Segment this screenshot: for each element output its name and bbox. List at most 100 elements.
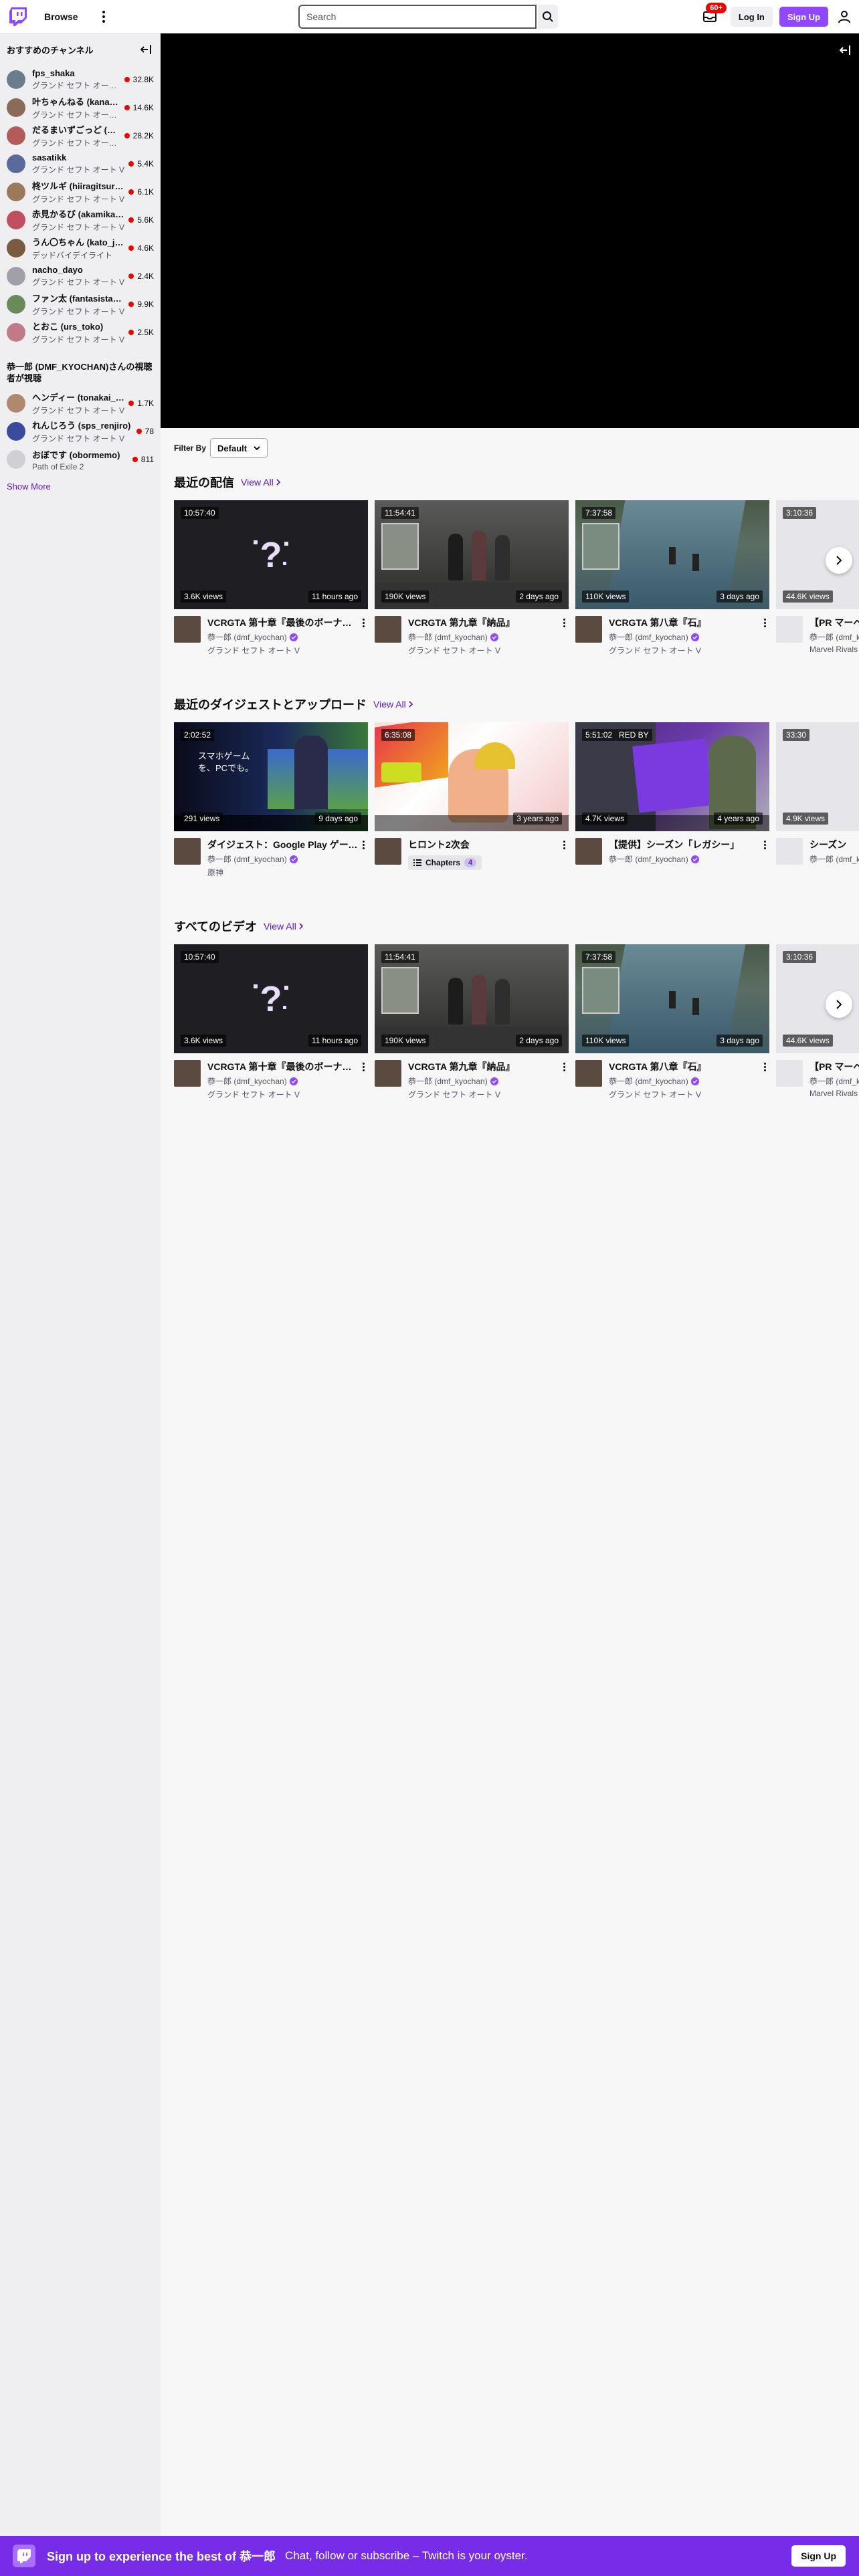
expand-sidebar-icon[interactable] <box>838 43 852 58</box>
chapters-button[interactable]: Chapters 4 <box>408 855 482 870</box>
sidebar-channel[interactable]: 叶ちゃんねる (kanaechannel) グランド セフト オート V 14.6K <box>0 94 161 122</box>
video-thumbnail[interactable]: スマホゲームを、PCでも。 2:02:52 291 views 9 days ago <box>174 722 368 831</box>
sidebar-channel[interactable]: ヘンディー (tonakai_hendy) グランド セフト オート V1.7K <box>0 389 161 417</box>
signup-button[interactable]: Sign Up <box>779 7 828 27</box>
notifications-button[interactable]: 60+ <box>700 3 727 27</box>
video-title[interactable]: 【PR マーベル・ライバルズ】 <box>809 1060 859 1073</box>
video-options-icon[interactable] <box>359 1060 368 1073</box>
video-thumbnail[interactable]: 7:37:58 110K views 3 days ago <box>575 500 769 609</box>
video-options-icon[interactable] <box>359 616 368 629</box>
view-all-link[interactable]: View All <box>373 699 413 710</box>
video-channel[interactable]: 恭一郎 (dmf_kyochan) <box>408 1075 559 1087</box>
search-button[interactable] <box>538 5 558 29</box>
video-channel[interactable]: 恭一郎 (dmf_kyochan) <box>207 853 359 865</box>
more-menu-icon[interactable] <box>97 7 110 27</box>
channel-avatar[interactable] <box>575 616 602 643</box>
sidebar-channel[interactable]: れんじろう (sps_renjiro) グランド セフト オート V 78 <box>0 417 161 445</box>
video-title[interactable]: VCRGTA 第八章『石』 <box>609 616 760 629</box>
collapse-sidebar-icon[interactable] <box>139 43 153 56</box>
video-card[interactable]: 3:10:36 44.6K views 【PR マーベル・ライバルズ】恭一郎 (dm… <box>776 944 859 1100</box>
video-card[interactable]: 6:35:08 3 years ago ヒロント2次会 Chapters 4 <box>375 722 569 878</box>
video-thumbnail[interactable]: ? 10:57:40 3.6K views 11 hours ago <box>174 944 368 1053</box>
video-thumbnail[interactable]: ? 10:57:40 3.6K views 11 hours ago <box>174 500 368 609</box>
show-more-link[interactable]: Show More <box>0 473 161 500</box>
video-title[interactable]: シーズン <box>809 838 859 851</box>
video-title[interactable]: ダイジェスト：Google Play ゲームズ <box>207 838 359 851</box>
shelf-next-button[interactable] <box>826 991 852 1018</box>
video-channel[interactable]: 恭一郎 (dmf_kyochan) <box>609 1075 760 1087</box>
video-game[interactable]: グランド セフト オート V <box>408 1089 559 1100</box>
sidebar-channel[interactable]: うん〇ちゃん (kato_junichi0817) デッドバイデイライト 4.6K <box>0 234 161 262</box>
video-thumbnail[interactable]: 7:37:58 110K views 3 days ago <box>575 944 769 1053</box>
channel-avatar[interactable] <box>375 1060 401 1087</box>
channel-avatar[interactable] <box>575 1060 602 1087</box>
video-title[interactable]: ヒロント2次会 <box>408 838 559 851</box>
video-game[interactable]: グランド セフト オート V <box>207 645 359 656</box>
sidebar-channel[interactable]: ファン太 (fantasista_jp) グランド セフト オート V 9.9K <box>0 290 161 318</box>
twitch-logo-icon[interactable] <box>7 5 29 28</box>
video-options-icon[interactable] <box>559 838 569 851</box>
sidebar-channel[interactable]: とおこ (urs_toko) グランド セフト オート V 2.5K <box>0 318 161 346</box>
sidebar-channel[interactable]: fps_shaka グランド セフト オート V 32.8K <box>0 66 161 94</box>
video-card[interactable]: スマホゲームを、PCでも。 2:02:52 291 views 9 days ago ダ… <box>174 722 368 878</box>
video-card[interactable]: 11:54:41 190K views 2 days ago VCRGTA 第九章『納… <box>375 944 569 1100</box>
video-title[interactable]: VCRGTA 第十章『最後のボーナス』 <box>207 1060 359 1073</box>
sidebar-channel[interactable]: おぼです (obormemo) Path of Exile 2 811 <box>0 445 161 473</box>
video-game[interactable]: グランド セフト オート V <box>609 1089 760 1100</box>
video-title[interactable]: VCRGTA 第十章『最後のボーナス』 <box>207 616 359 629</box>
video-options-icon[interactable] <box>760 838 769 851</box>
video-card[interactable]: RED BY 5:51:02 4.7K views 4 years ago 【提供】シー… <box>575 722 769 878</box>
video-card[interactable]: ? 10:57:40 3.6K views 11 hours ago VCRGTA 第十… <box>174 500 368 656</box>
shelf-next-button[interactable] <box>826 547 852 574</box>
video-channel[interactable]: 恭一郎 (dmf_kyochan) <box>609 853 760 865</box>
video-title[interactable]: VCRGTA 第九章『納品』 <box>408 1060 559 1073</box>
channel-avatar[interactable] <box>776 616 803 643</box>
channel-avatar[interactable] <box>575 838 602 865</box>
video-card[interactable]: 7:37:58 110K views 3 days ago VCRGTA 第八章『石』… <box>575 944 769 1100</box>
channel-avatar[interactable] <box>375 838 401 865</box>
login-button[interactable]: Log In <box>730 7 773 27</box>
search-input[interactable] <box>298 5 537 29</box>
video-title[interactable]: 【PR マーベル・ライバルズ】 <box>809 616 859 629</box>
channel-avatar[interactable] <box>776 1060 803 1087</box>
video-channel[interactable]: 恭一郎 (dmf_kyochan) <box>609 631 760 643</box>
view-all-link[interactable]: View All <box>264 921 303 932</box>
filter-dropdown[interactable]: Default <box>210 438 268 458</box>
video-channel[interactable]: 恭一郎 (dmf_kyochan) <box>207 631 359 643</box>
video-game[interactable]: Marvel Rivals <box>809 1089 859 1098</box>
sidebar-channel[interactable]: nacho_dayo グランド セフト オート V 2.4K <box>0 262 161 290</box>
video-title[interactable]: VCRGTA 第九章『納品』 <box>408 616 559 629</box>
sidebar-channel[interactable]: 柊ツルギ (hiiragitsurugi) グランド セフト オート V 6.1K <box>0 178 161 206</box>
video-thumbnail[interactable]: 33:30 4.9K views <box>776 722 859 831</box>
channel-avatar[interactable] <box>174 838 201 865</box>
video-card[interactable]: 7:37:58 110K views 3 days ago VCRGTA 第八章『石』… <box>575 500 769 656</box>
video-game[interactable]: グランド セフト オート V <box>609 645 760 656</box>
video-game[interactable]: 原神 <box>207 867 359 878</box>
channel-avatar[interactable] <box>375 616 401 643</box>
sidebar-channel[interactable]: だるまいずごっど (darumaisgod) グランド セフト オート V 28.2… <box>0 122 161 150</box>
video-channel[interactable]: 恭一郎 (dmf_kyochan) <box>207 1075 359 1087</box>
video-card[interactable]: 33:30 4.9K views シーズン恭一郎 (dmf_kyochan) <box>776 722 859 878</box>
video-options-icon[interactable] <box>760 1060 769 1073</box>
video-channel[interactable]: 恭一郎 (dmf_kyochan) <box>408 631 559 643</box>
video-game[interactable]: グランド セフト オート V <box>408 645 559 656</box>
channel-avatar[interactable] <box>174 1060 201 1087</box>
channel-avatar[interactable] <box>776 838 803 865</box>
video-card[interactable]: 11:54:41 190K views 2 days ago VCRGTA 第九章『納… <box>375 500 569 656</box>
video-card[interactable]: 3:10:36 44.6K views 【PR マーベル・ライバルズ】恭一郎 (dm… <box>776 500 859 656</box>
sidebar-channel[interactable]: sasatikk グランド セフト オート V 5.4K <box>0 150 161 178</box>
channel-avatar[interactable] <box>174 616 201 643</box>
video-channel[interactable]: 恭一郎 (dmf_kyochan) <box>809 631 859 643</box>
video-thumbnail[interactable]: 6:35:08 3 years ago <box>375 722 569 831</box>
user-menu-icon[interactable] <box>836 9 852 25</box>
video-thumbnail[interactable]: 11:54:41 190K views 2 days ago <box>375 500 569 609</box>
video-channel[interactable]: 恭一郎 (dmf_kyochan) <box>809 853 859 865</box>
video-game[interactable]: Marvel Rivals <box>809 645 859 654</box>
video-game[interactable]: グランド セフト オート V <box>207 1089 359 1100</box>
sidebar-channel[interactable]: 赤見かるび (akamikarubi) グランド セフト オート V 5.6K <box>0 206 161 234</box>
video-options-icon[interactable] <box>760 616 769 629</box>
video-thumbnail[interactable]: RED BY 5:51:02 4.7K views 4 years ago <box>575 722 769 831</box>
video-channel[interactable]: 恭一郎 (dmf_kyochan) <box>809 1075 859 1087</box>
video-player[interactable] <box>161 33 859 428</box>
video-options-icon[interactable] <box>359 838 368 851</box>
